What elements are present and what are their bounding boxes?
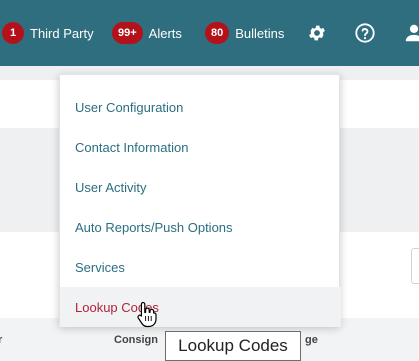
table-header-column[interactable]: ge — [305, 334, 318, 346]
user-icon[interactable] — [402, 21, 419, 45]
third-party-count-badge: 1 — [2, 22, 24, 44]
settings-dropdown-menu: User Configuration Contact Information U… — [59, 74, 341, 327]
bulletins-count-badge: 80 — [205, 22, 230, 44]
menu-item-contact-information[interactable]: Contact Information — [60, 127, 341, 167]
menu-item-user-activity[interactable]: User Activity — [60, 167, 341, 207]
lookup-codes-tooltip: Lookup Codes — [165, 331, 301, 361]
nav-bulletins[interactable]: 80 Bulletins — [205, 22, 284, 44]
gear-icon[interactable] — [305, 21, 329, 45]
table-header-column[interactable]: Consign — [114, 334, 158, 346]
nav-alerts-label: Alerts — [148, 25, 182, 41]
nav-third-party-label: Third Party — [30, 25, 94, 41]
nav-alerts[interactable]: 99+ Alerts — [112, 22, 182, 44]
menu-item-services[interactable]: Services — [60, 247, 341, 287]
help-icon[interactable] — [353, 21, 377, 45]
alerts-count-badge: 99+ — [112, 22, 143, 44]
menu-item-user-configuration[interactable]: User Configuration — [60, 87, 341, 127]
table-header-column[interactable]: r — [0, 334, 2, 346]
hand-pointer-icon — [136, 300, 160, 328]
menu-item-auto-reports[interactable]: Auto Reports/Push Options — [60, 207, 341, 247]
panel-input-edge[interactable] — [411, 248, 419, 284]
nav-bulletins-label: Bulletins — [235, 25, 285, 41]
menu-item-lookup-codes[interactable]: Lookup Codes — [60, 287, 341, 327]
nav-third-party[interactable]: 1 Third Party — [2, 22, 94, 44]
top-navigation-bar: 1 Third Party 99+ Alerts 80 Bulletins — [0, 0, 419, 66]
